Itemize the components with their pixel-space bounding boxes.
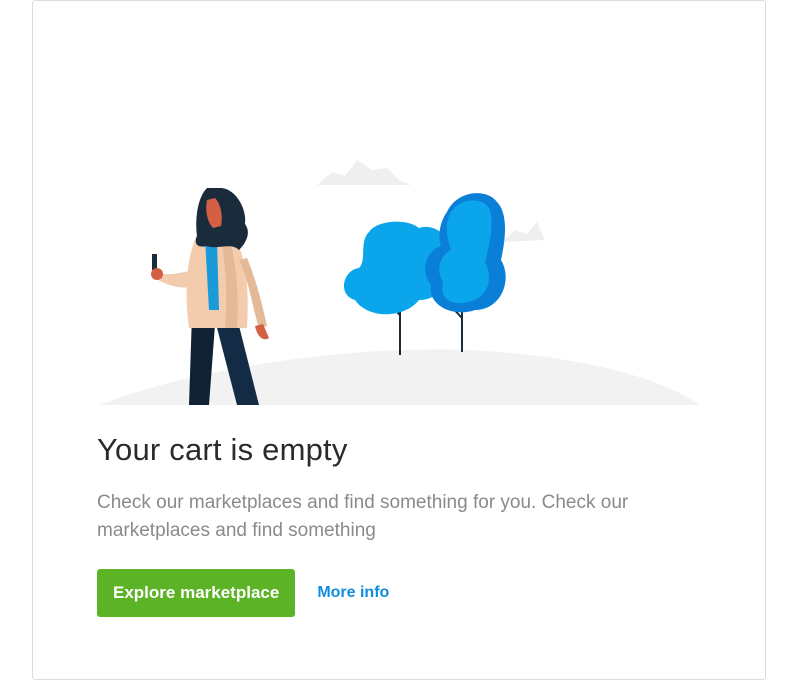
- explore-marketplace-button[interactable]: Explore marketplace: [97, 569, 296, 617]
- empty-state-description: Check our marketplaces and find somethin…: [97, 492, 629, 541]
- empty-state-actions: Explore marketplace More info: [97, 569, 389, 617]
- more-info-link[interactable]: More info: [317, 584, 389, 602]
- empty-cart-illustration: [99, 160, 700, 405]
- ground-hill: [99, 349, 700, 405]
- cloud-right: [502, 222, 545, 242]
- empty-state-title: Your cart is empty: [97, 432, 348, 467]
- cloud-left: [317, 160, 411, 185]
